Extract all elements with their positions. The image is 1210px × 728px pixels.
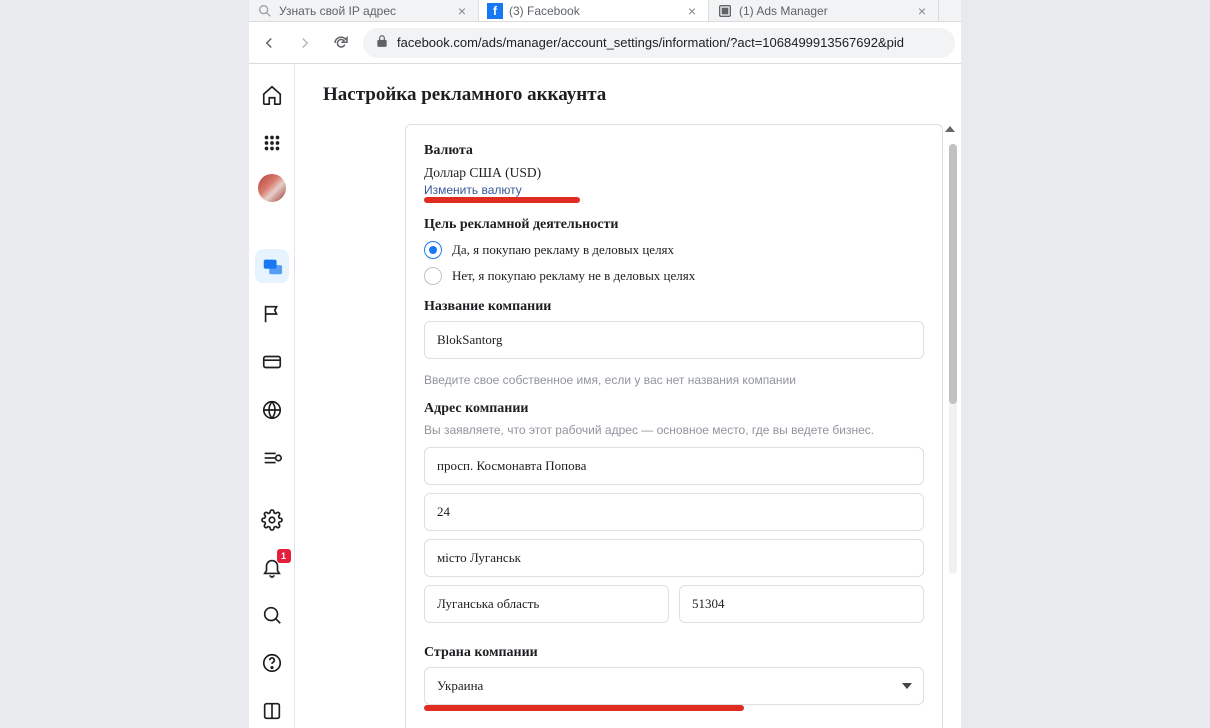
company-name-hint: Введите свое собственное имя, если у вас… bbox=[424, 373, 924, 387]
browser-toolbar: facebook.com/ads/manager/account_setting… bbox=[249, 22, 961, 64]
search-icon bbox=[257, 3, 273, 19]
panel-icon[interactable] bbox=[255, 694, 289, 728]
gear-icon[interactable] bbox=[255, 503, 289, 537]
tab-title: (1) Ads Manager bbox=[739, 4, 908, 18]
zip-input[interactable] bbox=[679, 585, 924, 623]
scrollbar-track[interactable] bbox=[949, 144, 957, 574]
company-address-subtext: Вы заявляете, что этот рабочий адрес — о… bbox=[424, 423, 924, 437]
radio-label: Да, я покупаю рекламу в деловых целях bbox=[452, 242, 674, 258]
radio-icon bbox=[424, 241, 442, 259]
avatar[interactable] bbox=[258, 174, 286, 202]
ads-manager-icon[interactable] bbox=[255, 249, 289, 283]
help-icon[interactable] bbox=[255, 646, 289, 680]
street2-input[interactable] bbox=[424, 493, 924, 531]
company-name-heading: Название компании bbox=[424, 299, 924, 315]
purpose-option-no[interactable]: Нет, я покупаю рекламу не в деловых целя… bbox=[424, 267, 924, 285]
company-name-input[interactable] bbox=[424, 321, 924, 359]
currency-heading: Валюта bbox=[424, 143, 924, 159]
page-title: Настройка рекламного аккаунта bbox=[323, 84, 961, 106]
flag-icon[interactable] bbox=[255, 297, 289, 331]
card-icon[interactable] bbox=[255, 345, 289, 379]
radio-icon bbox=[424, 267, 442, 285]
close-icon[interactable]: × bbox=[454, 4, 470, 18]
tab-title: (3) Facebook bbox=[509, 4, 678, 18]
company-country-heading: Страна компании bbox=[424, 645, 924, 661]
browser-window: Узнать свой IP адрес × f (3) Facebook × … bbox=[249, 0, 961, 728]
reload-button[interactable] bbox=[327, 29, 355, 57]
currency-section: Валюта Доллар США (USD) Изменить валюту bbox=[424, 143, 924, 203]
company-address-heading: Адрес компании bbox=[424, 401, 924, 417]
close-icon[interactable]: × bbox=[914, 4, 930, 18]
close-icon[interactable]: × bbox=[684, 4, 700, 18]
currency-value: Доллар США (USD) bbox=[424, 165, 924, 181]
globe-icon[interactable] bbox=[255, 393, 289, 427]
settings-card-wrapper: Валюта Доллар США (USD) Изменить валюту … bbox=[405, 124, 943, 728]
company-address-section: Адрес компании Вы заявляете, что этот ра… bbox=[424, 401, 924, 631]
page-content: 1 Настройка рекламного аккаунта bbox=[249, 64, 961, 728]
country-select[interactable]: Украина bbox=[424, 667, 924, 705]
url-text: facebook.com/ads/manager/account_setting… bbox=[397, 35, 904, 50]
apps-icon[interactable] bbox=[255, 126, 289, 160]
facebook-icon: f bbox=[487, 3, 503, 19]
ads-icon bbox=[717, 3, 733, 19]
change-currency-link[interactable]: Изменить валюту bbox=[424, 183, 924, 197]
radio-label: Нет, я покупаю рекламу не в деловых целя… bbox=[452, 268, 695, 284]
settings-list-icon[interactable] bbox=[255, 441, 289, 475]
scroll-up-arrow[interactable] bbox=[945, 126, 955, 132]
lock-icon bbox=[375, 34, 389, 51]
region-input[interactable] bbox=[424, 585, 669, 623]
country-value: Украина bbox=[424, 667, 924, 705]
company-name-section: Название компании Введите свое собственн… bbox=[424, 299, 924, 387]
annotation-mark bbox=[424, 705, 744, 711]
chevron-down-icon bbox=[902, 683, 912, 689]
company-country-section: Страна компании Украина bbox=[424, 645, 924, 711]
city-input[interactable] bbox=[424, 539, 924, 577]
left-sidebar: 1 bbox=[249, 64, 295, 728]
annotation-mark bbox=[424, 197, 580, 203]
browser-tab-adsmanager[interactable]: (1) Ads Manager × bbox=[709, 0, 939, 21]
purpose-option-yes[interactable]: Да, я покупаю рекламу в деловых целях bbox=[424, 241, 924, 259]
notification-badge: 1 bbox=[277, 549, 291, 563]
forward-button[interactable] bbox=[291, 29, 319, 57]
main-panel: Настройка рекламного аккаунта Валюта Дол… bbox=[295, 64, 961, 728]
scrollbar-thumb[interactable] bbox=[949, 144, 957, 404]
notifications-icon[interactable]: 1 bbox=[255, 551, 289, 585]
purpose-heading: Цель рекламной деятельности bbox=[424, 217, 924, 233]
browser-tabs-bar: Узнать свой IP адрес × f (3) Facebook × … bbox=[249, 0, 961, 22]
back-button[interactable] bbox=[255, 29, 283, 57]
purpose-section: Цель рекламной деятельности Да, я покупа… bbox=[424, 217, 924, 285]
browser-tab-facebook[interactable]: f (3) Facebook × bbox=[479, 0, 709, 21]
url-input[interactable]: facebook.com/ads/manager/account_setting… bbox=[363, 28, 955, 58]
search-icon[interactable] bbox=[255, 598, 289, 632]
browser-tab-ip[interactable]: Узнать свой IP адрес × bbox=[249, 0, 479, 21]
home-icon[interactable] bbox=[255, 78, 289, 112]
street-input[interactable] bbox=[424, 447, 924, 485]
settings-card: Валюта Доллар США (USD) Изменить валюту … bbox=[405, 124, 943, 728]
tab-title: Узнать свой IP адрес bbox=[279, 4, 448, 18]
